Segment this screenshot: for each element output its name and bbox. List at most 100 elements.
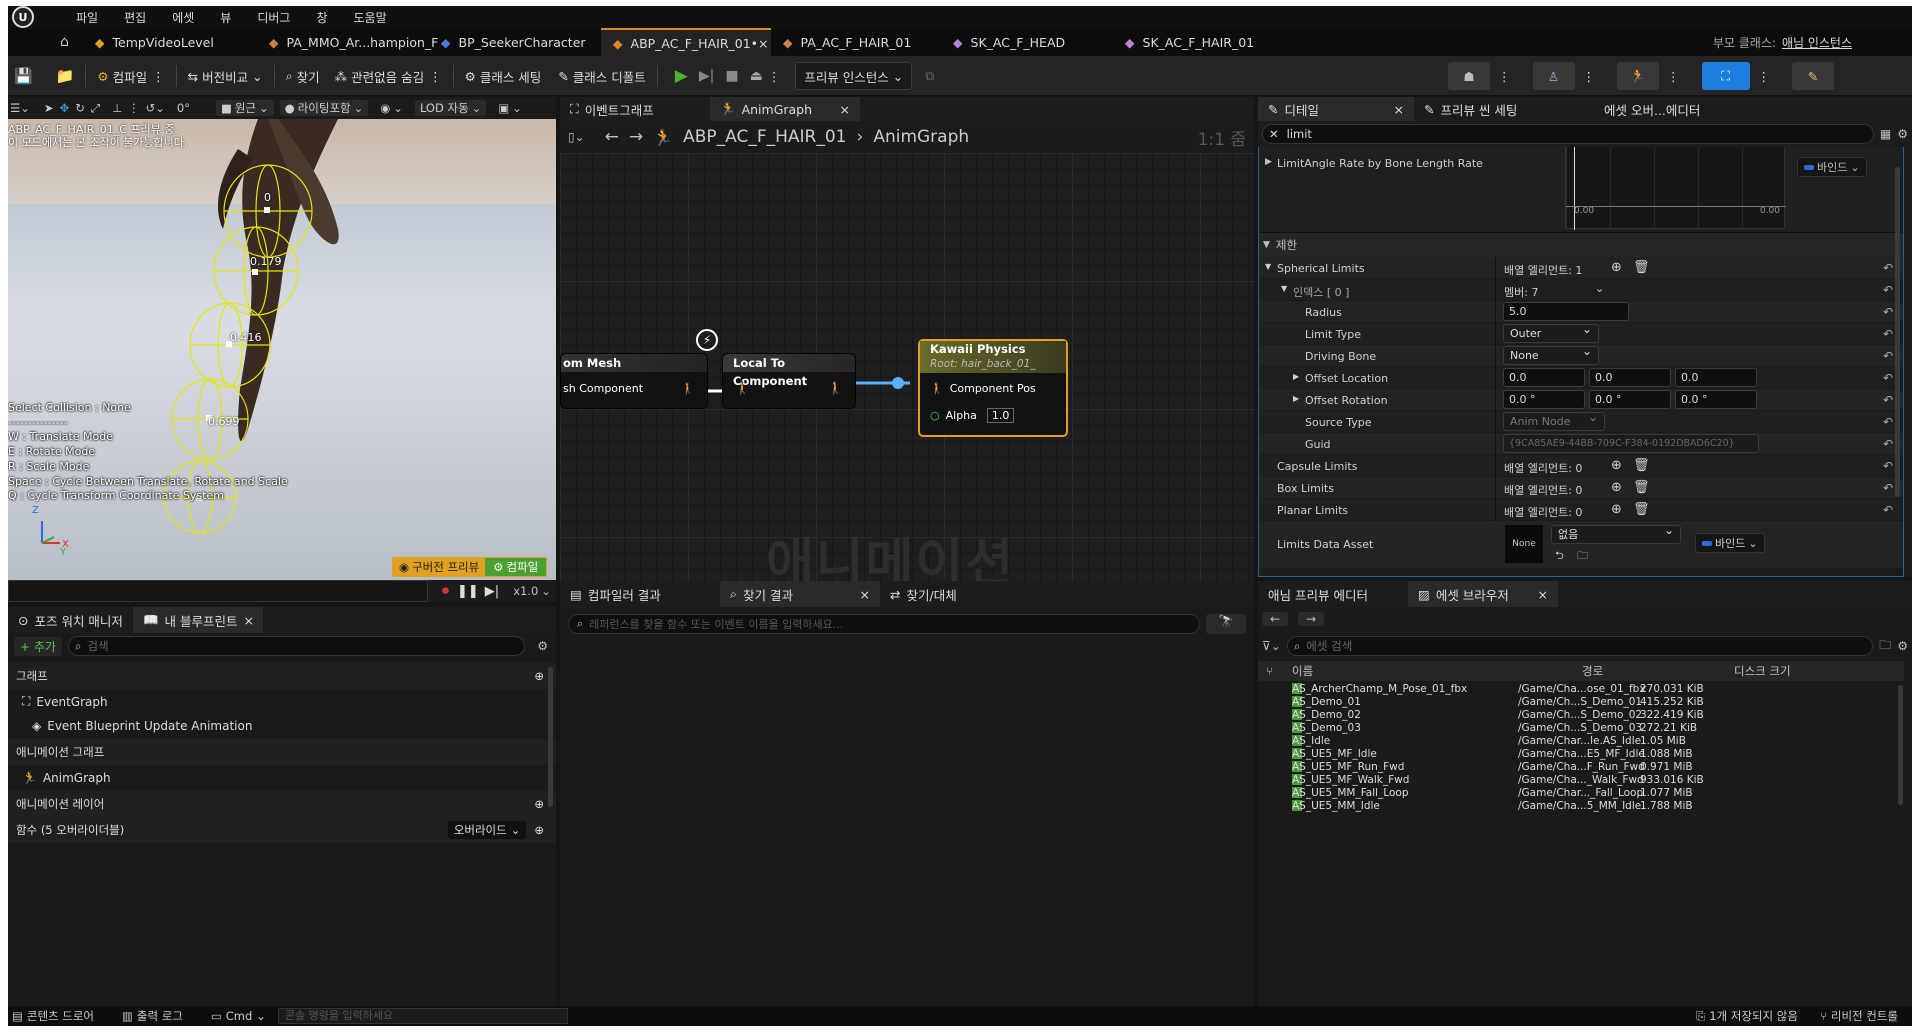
chevron-down-icon[interactable]: ⌄ xyxy=(1595,282,1604,295)
reset-arrow-icon[interactable]: ↶ xyxy=(1883,459,1893,473)
forward-arrow-icon[interactable]: → xyxy=(1298,612,1325,626)
blueprint-search-input[interactable]: ⌕ 검색 xyxy=(67,636,526,656)
rotation-snap-value[interactable]: 0° xyxy=(177,101,190,115)
output-log-button[interactable]: ▥ 출력 로그 xyxy=(122,1008,183,1024)
graph-node-local-to-component[interactable]: Local To Component 🚶 🚶 xyxy=(722,353,856,409)
animation-mode-button[interactable]: 🏃 xyxy=(1617,62,1659,90)
viewport-compile-button[interactable]: ⚙ 컴파일 xyxy=(485,558,547,576)
expand-arrow-icon[interactable]: ▶ xyxy=(1265,157,1272,167)
add-graph-icon[interactable]: ⊕ xyxy=(534,669,544,683)
preview-instance-dropdown[interactable]: 프리뷰 인스턴스 ⌄ xyxy=(795,62,913,90)
bind-dropdown[interactable]: 바인드 ⌄ xyxy=(1797,157,1867,177)
physics-mode-button[interactable]: ✎ xyxy=(1792,62,1834,90)
parent-class-link[interactable]: 애님 인스턴스 xyxy=(1782,34,1852,51)
more-options-icon[interactable]: ⋮ xyxy=(128,101,140,115)
stop-icon[interactable]: ■ xyxy=(725,68,738,84)
reset-arrow-icon[interactable]: ↶ xyxy=(1883,371,1893,385)
diff-button[interactable]: ⇆ 버전비교 ⌄ xyxy=(188,67,263,86)
coordinate-icon[interactable]: ⊥ xyxy=(112,101,122,115)
graph-node-get-mesh[interactable]: om Mesh sh Component 🚶 xyxy=(560,353,708,409)
perspective-dropdown[interactable]: ■ 원근 ⌄ xyxy=(215,100,274,116)
more-options-icon[interactable]: ⋮ xyxy=(768,69,781,84)
expand-arrow-icon[interactable]: ▼ xyxy=(1281,284,1287,293)
graph-node-kawaii-physics[interactable]: Kawaii Physics Root: hair_back_01_ 🚶 Comp… xyxy=(918,339,1068,437)
curve-editor[interactable]: 0.00 0.00 xyxy=(1565,147,1786,230)
find-references-input[interactable]: ⌕ 레퍼런스를 찾을 함수 또는 이벤트 이름을 입력하세요... xyxy=(568,614,1200,634)
tab-find-results[interactable]: ⌕ 찾기 결과 × xyxy=(720,581,880,607)
playback-speed-dropdown[interactable]: x1.0 ⌄ xyxy=(513,584,551,598)
expand-arrow-icon[interactable]: ▼ xyxy=(1265,262,1271,271)
class-defaults-button[interactable]: ✎ 클래스 디폴트 xyxy=(558,67,645,86)
trash-icon[interactable]: 🗑 xyxy=(1633,458,1650,473)
back-arrow-icon[interactable]: ← xyxy=(1262,612,1289,626)
tab-document[interactable]: ◆ TempVideoLevel xyxy=(83,28,257,56)
tab-anim-preview-editor[interactable]: 애님 프리뷰 에디터 xyxy=(1258,581,1408,607)
reset-arrow-icon[interactable]: ↶ xyxy=(1883,481,1893,495)
tab-document[interactable]: ◆ SK_AC_F_HAIR_01 xyxy=(1113,28,1303,56)
viewport-options-icon[interactable]: ☰⌄ xyxy=(10,101,30,115)
table-row[interactable]: AS_Demo_01/Game/Ch...S_Demo_01 415.252 Ki… xyxy=(1258,696,1888,709)
asset-scrollbar[interactable] xyxy=(1898,685,1903,805)
tab-asset-override-editor[interactable]: 에셋 오버...에디터 xyxy=(1594,97,1710,121)
add-layer-icon[interactable]: ⊕ xyxy=(534,797,544,811)
asset-search-input[interactable]: ⌕ 에셋 검색 xyxy=(1286,636,1874,656)
trash-icon[interactable]: 🗑 xyxy=(1633,480,1650,495)
close-icon[interactable]: × xyxy=(840,102,850,117)
lod-dropdown[interactable]: LOD 자동 ⌄ xyxy=(414,100,487,116)
reset-arrow-icon[interactable]: ↶ xyxy=(1883,305,1893,319)
save-icon[interactable]: 💾 xyxy=(14,67,33,85)
vector-z-input[interactable]: 0.0 ° xyxy=(1675,390,1757,409)
viewport-scene[interactable]: 0 0.179 0.416 0.699 Z X Y ABP_AC_F_HAIR_… xyxy=(8,119,556,580)
more-options-icon[interactable]: ⋮ xyxy=(1498,69,1511,84)
eject-icon[interactable]: ⏏ xyxy=(750,68,763,84)
add-button[interactable]: + 추가 xyxy=(14,636,62,656)
component-pose-pin-icon[interactable]: 🚶 xyxy=(828,381,843,395)
debug-object-icon[interactable]: ⧉ xyxy=(925,68,934,84)
table-row[interactable]: AS_UE5_MM_Fall_Loop/Game/Char..._Fall_Lo… xyxy=(1258,787,1888,800)
override-dropdown[interactable]: 오버라이드 ⌄ xyxy=(447,821,527,839)
add-element-icon[interactable]: ⊕ xyxy=(1611,260,1622,275)
find-button[interactable]: ⌕ 찾기 xyxy=(286,67,320,86)
column-options-icon[interactable]: ⑂ xyxy=(1266,664,1273,678)
reset-arrow-icon[interactable]: ↶ xyxy=(1883,393,1893,407)
limits-category-header[interactable]: ▼ 제한 xyxy=(1259,233,1903,257)
content-drawer-button[interactable]: ▤ 콘텐츠 드로어 xyxy=(12,1008,94,1024)
menu-item[interactable]: 도움말 xyxy=(354,9,387,26)
limit-type-dropdown[interactable]: Outer xyxy=(1503,321,1599,343)
anim-graph-item[interactable]: 🏃 AnimGraph xyxy=(8,765,556,790)
vector-y-input[interactable]: 0.0 ° xyxy=(1589,390,1671,409)
unsaved-indicator[interactable]: ⎘ 1개 저장되지 않음 xyxy=(1696,1008,1798,1024)
menu-item[interactable]: 편집 xyxy=(124,9,146,26)
console-input[interactable]: 콘솔 명령을 입력하세요 xyxy=(277,1008,568,1024)
trash-icon[interactable]: 🗑 xyxy=(1633,502,1650,517)
rotate-icon[interactable]: ↻ xyxy=(75,101,85,115)
graph-section-header[interactable]: 그래프 ⊕ xyxy=(8,663,556,689)
add-element-icon[interactable]: ⊕ xyxy=(1611,458,1622,473)
settings-gear-icon[interactable]: ⚙ xyxy=(537,639,548,653)
add-function-icon[interactable]: ⊕ xyxy=(534,823,544,837)
settings-gear-icon[interactable]: ⚙ xyxy=(1897,127,1908,141)
skeleton-mode-button[interactable]: ☗ xyxy=(1448,62,1490,90)
mesh-mode-button[interactable]: ♙ xyxy=(1532,62,1575,90)
alpha-pin-icon[interactable]: ○ xyxy=(930,409,940,422)
radius-input[interactable]: 5.0 xyxy=(1503,302,1629,321)
close-icon[interactable]: × xyxy=(758,36,768,51)
event-graph-item[interactable]: ⛶ EventGraph xyxy=(8,689,556,714)
rotation-snap-icon[interactable]: ↺⌄ xyxy=(146,101,165,115)
close-icon[interactable]: × xyxy=(244,613,254,628)
reset-arrow-icon[interactable]: ↶ xyxy=(1883,503,1893,517)
translate-icon[interactable]: ✥ xyxy=(60,101,70,115)
cmd-dropdown[interactable]: ▭ Cmd ⌄ xyxy=(211,1009,266,1023)
asset-thumbnail[interactable]: None xyxy=(1505,525,1543,563)
vector-z-input[interactable]: 0.0 xyxy=(1675,368,1757,387)
table-row[interactable]: AS_UE5_MF_Idle/Game/Cha...E5_MF_Idle 1.08… xyxy=(1258,748,1888,761)
more-options-icon[interactable]: ⋮ xyxy=(1758,69,1771,84)
breadcrumb-root[interactable]: ABP_AC_F_HAIR_01 xyxy=(683,127,846,147)
column-path[interactable]: 경로 xyxy=(1582,663,1603,679)
play-icon[interactable]: ▶ xyxy=(675,66,688,86)
table-view-icon[interactable]: ▦ xyxy=(1880,127,1891,141)
binoculars-button[interactable]: 🔭 xyxy=(1206,614,1246,634)
old-preview-button[interactable]: ◉ 구버전 프리뷰 xyxy=(393,558,486,576)
home-icon[interactable]: ⌂ xyxy=(60,34,69,50)
use-selected-icon[interactable]: ⮌ xyxy=(1555,547,1564,566)
